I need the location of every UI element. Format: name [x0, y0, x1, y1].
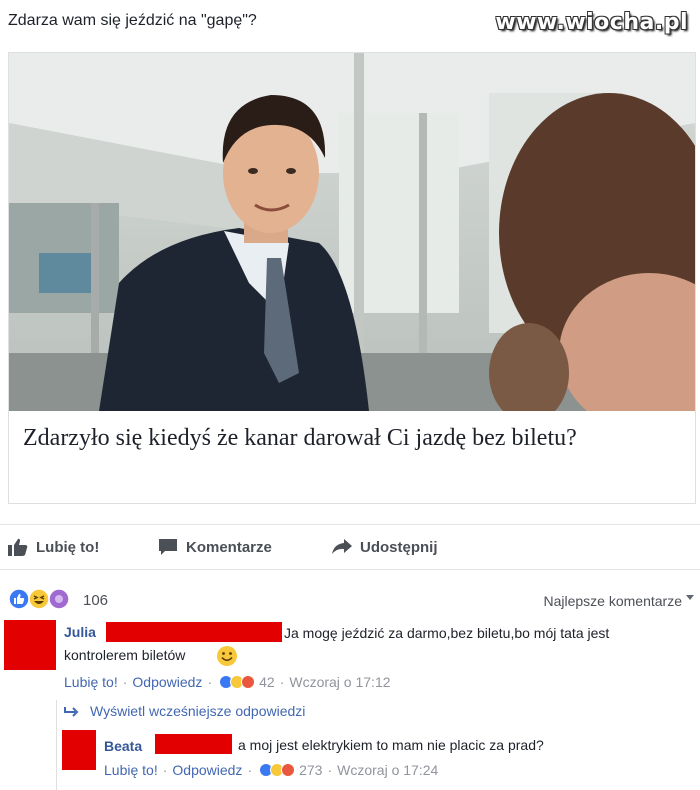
reply-timestamp[interactable]: Wczoraj o 17:24 [337, 762, 438, 778]
comment-meta: Lubię to! · Odpowiedz · 42 · Wczoraj o 1… [64, 674, 391, 690]
comment-button[interactable]: Komentarze [158, 538, 272, 556]
smiley-emoji-icon [217, 646, 237, 666]
reactions-summary: 106 Najlepsze komentarze [0, 588, 700, 614]
reply-reaction-count[interactable]: 273 [299, 762, 322, 778]
share-button[interactable]: Udostępnij [332, 538, 438, 556]
avatar[interactable] [62, 730, 96, 770]
post-title: Zdarza wam się jeździć na "gapę"? [8, 12, 257, 29]
comment-reaction-count[interactable]: 42 [259, 674, 275, 690]
view-previous-replies-link[interactable]: Wyświetl wcześniejsze odpowiedzi [64, 703, 305, 719]
reaction-icons[interactable] [8, 588, 70, 610]
comment-text-line2: kontrolerem biletów [64, 647, 186, 663]
redaction-bar [155, 734, 232, 754]
reply-like-link[interactable]: Lubię to! [104, 762, 158, 778]
avatar[interactable] [4, 620, 56, 670]
view-previous-replies-label: Wyświetl wcześniejsze odpowiedzi [90, 703, 306, 719]
preview-image [9, 53, 695, 411]
comment-like-link[interactable]: Lubię to! [64, 674, 118, 690]
share-arrow-icon [332, 539, 352, 554]
like-button[interactable]: Lubię to! [8, 538, 99, 556]
angry-reaction-icon [281, 763, 296, 777]
thumbs-up-icon [8, 538, 28, 556]
reply-meta: Lubię to! · Odpowiedz · 273 · Wczoraj o … [104, 762, 439, 778]
redaction-bar [106, 622, 282, 642]
chevron-down-icon[interactable] [686, 595, 694, 600]
preview-caption[interactable]: Zdarzyło się kiedyś że kanar darował Ci … [23, 425, 577, 452]
post-actions-bar: Lubię to! Komentarze Udostępnij [0, 524, 700, 570]
like-label: Lubię to! [36, 538, 100, 556]
comment-icon [159, 539, 177, 555]
share-label: Udostępnij [360, 538, 438, 556]
link-preview-card[interactable]: Zdarzyło się kiedyś że kanar darował Ci … [8, 52, 696, 504]
reply-reaction-icons[interactable] [259, 763, 296, 777]
comment-author[interactable]: Julia [64, 624, 96, 640]
comment-label: Komentarze [186, 538, 272, 556]
comment-sort-dropdown[interactable]: Najlepsze komentarze [543, 593, 682, 609]
site-watermark: www.wiocha.pl [495, 10, 688, 35]
haha-reaction-icon [28, 588, 50, 610]
reply-reply-link[interactable]: Odpowiedz [172, 762, 242, 778]
reply-arrow-icon [64, 707, 79, 717]
wow-reaction-icon [48, 588, 70, 610]
reply-author[interactable]: Beata [104, 738, 142, 754]
reaction-count[interactable]: 106 [83, 592, 108, 609]
reply-text: a moj jest elektrykiem to mam nie placic… [238, 737, 544, 753]
angry-reaction-icon [241, 675, 256, 689]
comment-timestamp[interactable]: Wczoraj o 17:12 [289, 674, 390, 690]
comment-text-line1: Ja mogę jeździć za darmo,bez biletu,bo m… [284, 625, 610, 641]
like-reaction-icon [8, 588, 30, 610]
comment-reaction-icons[interactable] [219, 675, 256, 689]
comment-reply-link[interactable]: Odpowiedz [132, 674, 202, 690]
